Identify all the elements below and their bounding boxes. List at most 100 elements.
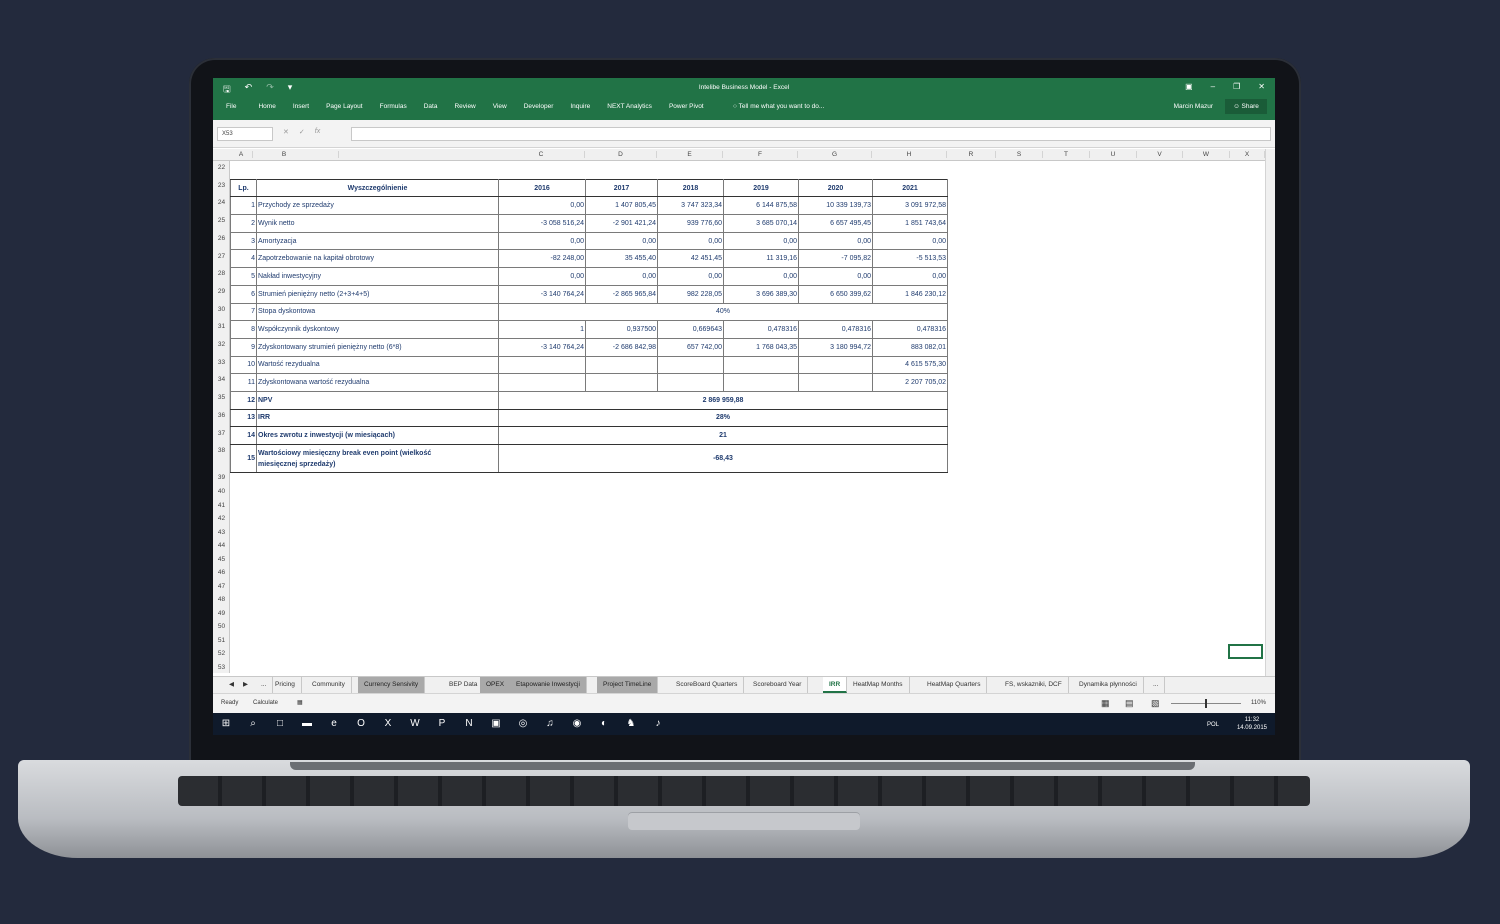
row-header[interactable]: 37 [213,430,230,437]
row-header[interactable]: 29 [213,288,230,295]
zoom-level[interactable]: 110% [1251,700,1266,706]
label-cell[interactable]: Przychody ze sprzedaży [256,196,499,216]
lp-cell[interactable]: 5 [230,267,257,286]
value-cell[interactable]: 0,00 [498,267,586,286]
row-header[interactable]: 46 [213,569,230,576]
row-header[interactable]: 22 [213,164,230,171]
value-cell[interactable]: 28% [498,408,948,428]
sheet-tab[interactable]: BEP Data [443,677,485,693]
value-cell[interactable]: 2 869 959,88 [498,390,948,410]
column-header[interactable]: F [723,151,798,158]
worksheet-grid[interactable]: Lp. Wyszczególnienie 2016 2017 2018 2019 2020 2… [230,161,948,473]
value-cell[interactable]: 2 207 705,02 [872,373,948,392]
label-cell[interactable]: Zdyskontowana wartość rezydualna [256,373,499,392]
ribbon-tab-home[interactable]: Home [258,103,275,110]
value-cell[interactable]: -7 095,82 [798,249,873,269]
row-header[interactable]: 50 [213,623,230,630]
value-cell[interactable]: 21 [498,426,948,445]
label-cell[interactable]: Okres zwrotu z inwestycji (w miesiącach) [256,426,499,445]
row-header[interactable]: 23 [213,182,230,189]
sheet-tab[interactable]: Project TimeLine [597,677,659,693]
sheet-tab[interactable]: Pricing [269,677,302,693]
windows-start-icon[interactable]: ⊞ [219,717,233,731]
task-view-icon[interactable]: □ [273,717,287,731]
vertical-scrollbar[interactable] [1265,149,1275,679]
row-header[interactable]: 49 [213,610,230,617]
row-header[interactable]: 53 [213,664,230,671]
lp-cell[interactable]: 6 [230,284,257,304]
lp-cell[interactable]: 9 [230,337,257,357]
label-cell[interactable]: Zapotrzebowanie na kapitał obrotowy [256,249,499,269]
value-cell[interactable]: 42 451,45 [657,249,724,269]
itunes-icon[interactable]: ♪ [651,717,665,731]
column-header-cell[interactable]: 2017 [585,178,658,198]
onenote-icon[interactable]: N [462,717,476,731]
lp-cell[interactable]: 3 [230,231,257,251]
label-cell[interactable]: Współczynnik dyskontowy [256,320,499,339]
status-calculate[interactable]: Calculate [253,700,278,706]
value-cell[interactable]: 939 776,60 [657,214,724,233]
column-header[interactable]: T [1043,151,1090,158]
label-cell[interactable]: Wartościowy miesięczny break even point … [256,444,499,473]
app-icon[interactable]: ♞ [624,717,638,731]
row-header[interactable]: 31 [213,323,230,330]
row-header[interactable]: 39 [213,474,230,481]
row-header[interactable]: 43 [213,529,230,536]
value-cell[interactable]: 1 768 043,35 [723,337,799,357]
value-cell[interactable] [585,373,658,392]
sheet-tab[interactable]: Community [306,677,352,693]
sheet-tab[interactable]: Dynamika płynności [1073,677,1144,693]
value-cell[interactable]: 11 319,16 [723,249,799,269]
file-explorer-icon[interactable]: ▬ [300,717,314,731]
sheet-tab[interactable]: HeatMap Months [847,677,910,693]
column-header[interactable]: G [798,151,872,158]
app-icon[interactable]: ◉ [570,717,584,731]
value-cell[interactable] [798,373,873,392]
row-header[interactable]: 38 [213,447,230,454]
label-cell[interactable]: NPV [256,390,499,410]
value-cell[interactable]: 0,00 [657,231,724,251]
ribbon-tab-page-layout[interactable]: Page Layout [326,103,363,110]
value-cell[interactable]: -68,43 [498,444,948,473]
row-header[interactable]: 41 [213,502,230,509]
value-cell[interactable]: -3 140 764,24 [498,284,586,304]
row-header[interactable]: 24 [213,199,230,206]
ribbon-tab-data[interactable]: Data [424,103,438,110]
value-cell[interactable]: 0,478316 [872,320,948,339]
app-icon[interactable]: ♫ [543,717,557,731]
column-header-cell[interactable]: 2019 [723,178,799,198]
value-cell[interactable]: 40% [498,302,948,322]
ribbon-tab-file[interactable]: File [226,103,236,110]
sheet-tab[interactable]: ScoreBoard Quarters [670,677,745,693]
value-cell[interactable]: 3 747 323,34 [657,196,724,216]
excel-icon[interactable]: X [381,717,395,731]
row-header[interactable]: 48 [213,596,230,603]
column-header[interactable]: D [585,151,657,158]
lp-cell[interactable]: 13 [230,408,257,428]
outlook-icon[interactable]: O [354,717,368,731]
formula-input[interactable] [351,127,1271,141]
row-header[interactable]: 47 [213,583,230,590]
value-cell[interactable]: -5 513,53 [872,249,948,269]
value-cell[interactable]: 0,00 [585,231,658,251]
ribbon-display-icon[interactable]: ▣ [1185,82,1193,91]
clock-date[interactable]: 14.09.2015 [1237,724,1267,732]
maximize-icon[interactable]: ❐ [1233,82,1240,91]
function-icon[interactable]: fx [315,128,320,136]
row-header[interactable]: 33 [213,359,230,366]
ribbon-tab-developer[interactable]: Developer [524,103,554,110]
lp-cell[interactable]: 2 [230,214,257,233]
sheet-tab[interactable]: Etapowanie Inwestycji [510,677,587,693]
lp-cell[interactable]: 14 [230,426,257,445]
next-sheet-icon[interactable]: ▶ [237,677,254,693]
row-header[interactable]: 44 [213,542,230,549]
column-header[interactable]: S [996,151,1043,158]
cancel-icon[interactable]: ✕ [283,128,289,136]
close-icon[interactable]: ✕ [1258,82,1265,91]
column-header[interactable]: V [1137,151,1183,158]
value-cell[interactable]: 1 [498,320,586,339]
value-cell[interactable]: 3 091 972,58 [872,196,948,216]
powerpoint-icon[interactable]: P [435,717,449,731]
row-header[interactable]: 26 [213,235,230,242]
value-cell[interactable]: 0,00 [872,267,948,286]
